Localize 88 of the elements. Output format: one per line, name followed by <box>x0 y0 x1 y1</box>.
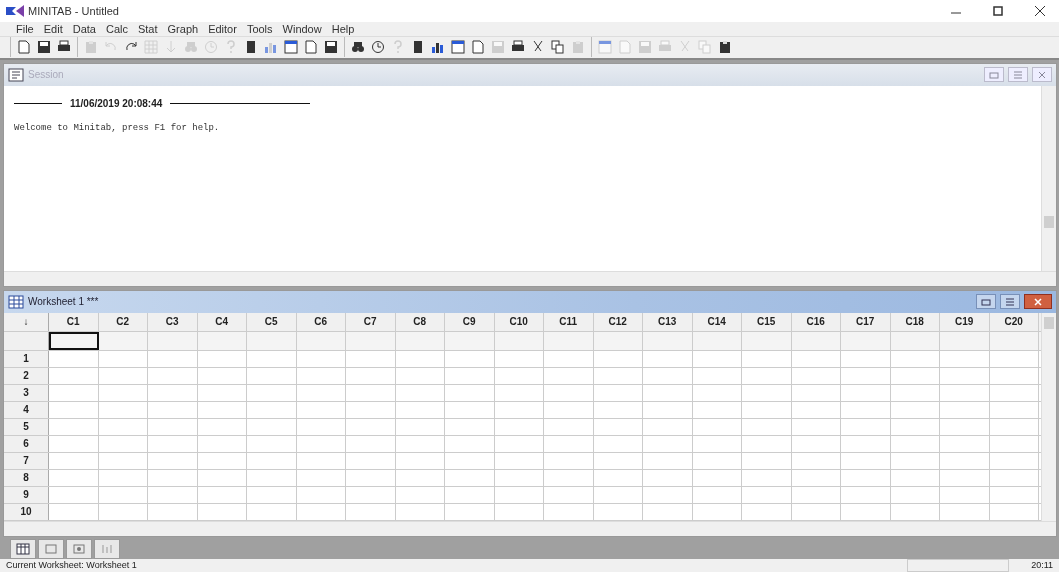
help-icon <box>224 40 238 55</box>
menu-item[interactable]: Editor <box>204 23 241 35</box>
minimized-window-button[interactable] <box>38 538 64 559</box>
clipboard-icon <box>718 40 732 55</box>
document-icon <box>304 40 318 55</box>
menu-item[interactable]: File <box>12 23 38 35</box>
column-header[interactable]: C8 <box>395 312 445 331</box>
column-header[interactable]: C1 <box>49 312 99 331</box>
column-header[interactable]: C6 <box>296 312 346 331</box>
clipboard-icon <box>84 40 98 55</box>
maximize-button[interactable] <box>1000 294 1020 310</box>
minimize-icon <box>989 70 999 79</box>
column-header[interactable]: C14 <box>692 312 742 331</box>
column-header[interactable]: C15 <box>742 312 792 331</box>
status-message: Current Worksheet: Worksheet 1 <box>6 560 137 571</box>
session-timestamp: 11/06/2019 20:08:44 <box>70 97 163 109</box>
binoculars-icon <box>351 40 365 55</box>
close-icon <box>1037 70 1047 79</box>
close-button[interactable] <box>1024 294 1052 310</box>
tile-icon <box>1013 70 1023 79</box>
column-header[interactable]: C20 <box>989 312 1039 331</box>
column-header[interactable]: C2 <box>98 312 148 331</box>
column-header[interactable]: C7 <box>346 312 396 331</box>
column-header[interactable]: C17 <box>841 312 891 331</box>
menu-item[interactable]: Tools <box>242 23 277 35</box>
column-header[interactable]: C13 <box>643 312 693 331</box>
column-header[interactable]: C12 <box>593 312 643 331</box>
binoculars-icon <box>184 40 198 55</box>
column-header[interactable]: C19 <box>940 312 990 331</box>
column-header[interactable]: C10 <box>494 312 544 331</box>
column-header[interactable]: C11 <box>544 312 594 331</box>
worksheet-icon <box>16 542 30 555</box>
vertical-scrollbar[interactable] <box>1041 85 1056 271</box>
column-header[interactable]: C18 <box>890 312 940 331</box>
menu-item[interactable]: Window <box>278 23 326 35</box>
column-header[interactable]: C3 <box>148 312 198 331</box>
table-icon <box>598 40 612 55</box>
table-icon <box>451 40 465 55</box>
close-icon <box>1035 6 1045 16</box>
menu-item[interactable]: Calc <box>101 23 132 35</box>
worksheet-title: Worksheet 1 *** <box>28 296 99 308</box>
close-icon <box>1033 297 1043 306</box>
table-icon <box>284 40 298 55</box>
document-icon <box>17 40 31 55</box>
menu-item[interactable]: Edit <box>39 23 67 35</box>
window-title: MINITAB - Untitled <box>28 5 119 17</box>
help-icon <box>391 40 405 55</box>
column-header[interactable]: C16 <box>791 312 841 331</box>
floppy-icon <box>491 40 505 55</box>
column-header[interactable]: C9 <box>445 312 495 331</box>
column-header[interactable]: C4 <box>197 312 247 331</box>
minimized-window-button[interactable] <box>94 538 120 559</box>
clock-icon <box>371 40 385 55</box>
bar-chart-icon <box>264 40 278 55</box>
clock-icon <box>204 40 218 55</box>
app-logo-icon <box>6 5 24 17</box>
minimize-icon <box>981 297 991 306</box>
menu-item[interactable]: Stat <box>133 23 162 35</box>
tile-icon <box>1005 297 1015 306</box>
document-icon <box>471 40 485 55</box>
minimized-window-button[interactable] <box>66 538 92 559</box>
down-arrow-icon <box>164 40 178 55</box>
bar-chart-icon <box>431 40 445 55</box>
worksheet-icon <box>8 294 24 309</box>
status-time: 20:11 <box>1030 560 1053 571</box>
grid-icon <box>144 40 158 55</box>
window-icon <box>45 542 57 555</box>
floppy-icon <box>37 40 51 55</box>
floppy-icon <box>638 40 652 55</box>
name-cell[interactable] <box>49 331 99 350</box>
menu-item[interactable]: Graph <box>163 23 203 35</box>
menu-item[interactable]: Help <box>327 23 359 35</box>
window-icon <box>73 542 85 555</box>
maximize-icon <box>993 6 1003 16</box>
session-message: Welcome to Minitab, press F1 for help. <box>14 122 221 133</box>
copy-icon <box>698 40 712 55</box>
session-icon <box>8 67 24 82</box>
vertical-scrollbar[interactable] <box>1041 312 1056 521</box>
column-header[interactable]: C5 <box>247 312 297 331</box>
bars-icon <box>101 542 113 555</box>
minimized-window-button[interactable] <box>10 538 36 559</box>
menu-item[interactable]: Data <box>68 23 100 35</box>
clipboard-icon <box>571 40 585 55</box>
document-icon <box>618 40 632 55</box>
minimize-button[interactable] <box>976 294 996 310</box>
floppy-icon <box>324 40 338 55</box>
copy-icon <box>551 40 565 55</box>
minimize-button[interactable] <box>984 67 1004 83</box>
